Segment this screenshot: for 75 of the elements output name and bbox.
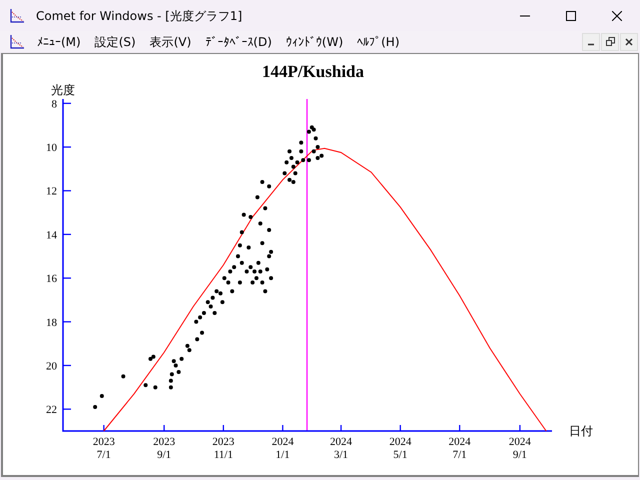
observation-point	[260, 280, 264, 284]
observation-point	[293, 171, 298, 176]
y-tick-label: 10	[46, 142, 57, 154]
observation-point	[255, 195, 260, 200]
observation-point	[212, 311, 217, 316]
child-close-button[interactable]	[620, 32, 638, 50]
menu-item[interactable]: ﾃﾞｰﾀﾍﾞｰｽ(D)	[198, 32, 279, 50]
observation-point	[195, 337, 200, 342]
observation-point	[238, 243, 242, 248]
observation-point	[236, 254, 240, 258]
x-tick-label: 2024 9/1	[508, 436, 531, 461]
menu-item[interactable]: 表示(V)	[142, 32, 198, 50]
y-tick-label: 8	[52, 98, 57, 110]
observation-point	[260, 180, 264, 184]
x-tick-label: 2024 1/1	[272, 436, 294, 461]
observation-point	[121, 374, 126, 378]
menu-item[interactable]: 設定(S)	[88, 32, 143, 50]
observation-point	[170, 372, 174, 376]
chart-icon	[9, 8, 25, 24]
chart-icon	[9, 34, 25, 50]
observation-point	[267, 228, 272, 232]
x-tick-label: 2023 11/1	[212, 436, 234, 461]
observation-point	[263, 206, 268, 210]
close-icon	[625, 38, 633, 46]
observation-point	[282, 171, 287, 176]
observation-point	[314, 136, 318, 140]
observation-point	[144, 383, 148, 388]
restore-icon	[606, 37, 614, 46]
observation-point	[238, 280, 242, 284]
y-tick-label: 20	[46, 360, 57, 372]
observation-point	[299, 149, 304, 154]
observation-point	[100, 394, 104, 398]
y-tick-label: 14	[46, 229, 57, 242]
x-tick-label: 2024 5/1	[389, 436, 412, 461]
observation-point	[265, 267, 270, 272]
menu-item[interactable]: ﾒﾆｭｰ(M)	[30, 32, 88, 50]
window-title: Comet for Windows - [光度グラフ1]	[36, 8, 242, 24]
y-tick-label: 22	[46, 404, 57, 416]
observation-point	[240, 260, 244, 265]
observation-point	[242, 212, 246, 217]
y-tick-label: 16	[46, 273, 57, 286]
observation-point	[240, 230, 244, 234]
observation-point	[168, 385, 173, 390]
y-tick-label: 12	[46, 186, 57, 198]
close-icon	[612, 10, 622, 20]
y-axis-label: 光度	[51, 83, 75, 97]
x-tick-label: 2024 3/1	[330, 436, 352, 461]
observation-point	[220, 300, 224, 304]
observation-point	[168, 378, 173, 383]
observation-point	[256, 260, 260, 265]
chart-title: 144P/Kushida	[262, 62, 364, 81]
observation-point	[153, 385, 158, 390]
observation-point	[288, 149, 292, 154]
x-tick-label: 2023 9/1	[153, 436, 176, 461]
menu-item[interactable]: ｳｨﾝﾄﾞｳ(W)	[278, 32, 350, 50]
observation-point	[176, 370, 181, 374]
observation-point	[258, 222, 262, 226]
observation-point	[93, 404, 98, 409]
x-tick-label: 2023 7/1	[92, 436, 115, 461]
observation-point	[269, 276, 274, 280]
observation-point	[263, 289, 268, 294]
observation-point	[260, 241, 264, 246]
observation-point	[267, 184, 272, 188]
observation-point	[248, 214, 253, 219]
menu-item[interactable]: ﾍﾙﾌﾟ(H)	[350, 32, 407, 50]
maximize-icon	[566, 10, 576, 20]
y-tick-label: 18	[46, 316, 57, 329]
observation-point	[180, 356, 184, 361]
x-axis-label: 日付	[569, 424, 593, 438]
observation-point	[299, 140, 304, 145]
observation-point	[200, 330, 204, 335]
observation-point	[230, 289, 234, 294]
child-restore-button[interactable]	[601, 32, 619, 50]
observation-point	[246, 246, 251, 250]
x-tick-label: 2024 7/1	[448, 436, 471, 461]
